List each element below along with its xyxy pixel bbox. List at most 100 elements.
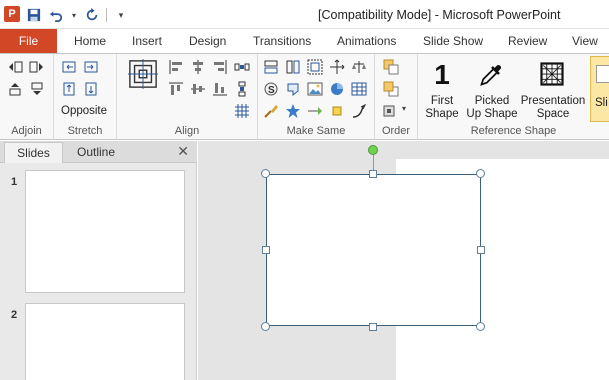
resize-handle-bottom[interactable] — [369, 323, 377, 331]
same-shape-icon[interactable]: S — [262, 80, 280, 98]
order-dropdown-icon[interactable]: ▾ — [402, 104, 406, 113]
group-adjoin: Adjoin — [0, 54, 54, 140]
save-icon[interactable] — [26, 7, 42, 23]
slide-thumbnail[interactable] — [25, 170, 185, 293]
resize-handle-top-right[interactable] — [476, 169, 485, 178]
resize-handle-bottom-right[interactable] — [476, 322, 485, 331]
close-icon[interactable]: ✕ — [177, 143, 189, 160]
resize-handle-right[interactable] — [477, 246, 485, 254]
adjoin-left-icon[interactable] — [6, 58, 24, 76]
ribbon: Adjoin Opposite Stretch Align S Make Sam… — [0, 53, 609, 140]
presentation-space-icon[interactable] — [536, 58, 568, 90]
group-label-make-same: Make Same — [286, 125, 346, 137]
stretch-bottom-icon[interactable] — [82, 80, 100, 98]
resize-handle-bottom-left[interactable] — [261, 322, 270, 331]
repeat-icon[interactable] — [84, 7, 100, 23]
bring-forward-icon[interactable] — [382, 58, 400, 76]
star-icon[interactable] — [284, 102, 302, 120]
tab-animations[interactable]: Animations — [337, 29, 396, 53]
same-connector-icon[interactable] — [306, 102, 324, 120]
align-grid-icon[interactable] — [233, 102, 251, 120]
format-painter-icon[interactable] — [262, 102, 280, 120]
tab-review[interactable]: Review — [508, 29, 547, 53]
tab-transitions[interactable]: Transitions — [253, 29, 311, 53]
stretch-left-icon[interactable] — [60, 58, 78, 76]
first-shape-icon[interactable]: 1 — [426, 58, 458, 92]
slide-editor — [198, 141, 609, 380]
stretch-opposite-button[interactable]: Opposite — [61, 105, 107, 117]
powerpoint-app-icon[interactable]: P — [4, 6, 20, 22]
tab-slide-show[interactable]: Slide Show — [423, 29, 483, 53]
stretch-right-icon[interactable] — [82, 58, 100, 76]
slides-panel-tabs: Slides Outline ✕ — [0, 141, 197, 163]
rotation-handle[interactable] — [368, 145, 378, 155]
same-position-icon[interactable] — [328, 58, 346, 76]
same-picture-icon[interactable] — [306, 80, 324, 98]
align-center-big-icon[interactable] — [127, 58, 159, 90]
group-label-order: Order — [381, 125, 411, 137]
eyedropper-icon[interactable] — [476, 58, 508, 90]
slide-thumbnail[interactable] — [25, 303, 185, 380]
align-bottom-icon[interactable] — [211, 80, 229, 98]
adjoin-bottom-icon[interactable] — [28, 80, 46, 98]
same-line-icon[interactable] — [350, 102, 368, 120]
same-height-icon[interactable] — [284, 58, 302, 76]
align-top-icon[interactable] — [167, 80, 185, 98]
send-backward-icon[interactable] — [382, 80, 400, 98]
group-order: ▾ Order — [375, 54, 418, 140]
adjoin-right-icon[interactable] — [28, 58, 46, 76]
slides-panel: Slides Outline ✕ 1 2 — [0, 141, 197, 380]
undo-dropdown-icon[interactable]: ▾ — [70, 7, 78, 23]
picked-up-shape-button[interactable]: Picked Up Shape — [464, 95, 520, 121]
same-size-icon[interactable] — [306, 58, 324, 76]
distribute-vertical-icon[interactable] — [233, 80, 251, 98]
tab-home[interactable]: Home — [74, 29, 106, 53]
order-menu-icon[interactable] — [382, 102, 400, 120]
presentation-space-button[interactable]: Presentation Space — [518, 95, 588, 121]
group-label-align: Align — [174, 125, 200, 137]
same-fill-icon[interactable] — [328, 102, 346, 120]
customize-qat-icon[interactable]: ▾ — [113, 7, 129, 23]
group-reference-shape: 1 First Shape Picked Up Shape Presentati… — [418, 54, 609, 140]
selected-rectangle-shape[interactable] — [266, 174, 481, 326]
resize-handle-top[interactable] — [369, 170, 377, 178]
tab-file[interactable]: File — [0, 29, 57, 53]
tab-slides[interactable]: Slides — [4, 142, 63, 163]
same-text-icon[interactable] — [284, 80, 302, 98]
stretch-top-icon[interactable] — [60, 80, 78, 98]
undo-icon[interactable] — [48, 7, 64, 23]
first-shape-label-1: First — [430, 95, 454, 107]
adjoin-top-icon[interactable] — [6, 80, 24, 98]
tab-design[interactable]: Design — [189, 29, 226, 53]
qat-separator — [106, 8, 107, 22]
align-middle-icon[interactable] — [189, 80, 207, 98]
same-effects-icon[interactable] — [328, 80, 346, 98]
slide-reference-label: Sli — [595, 97, 608, 109]
svg-text:S: S — [268, 85, 275, 96]
presentation-label-2: Space — [536, 108, 570, 120]
tab-view[interactable]: View — [572, 29, 598, 53]
align-center-icon[interactable] — [189, 58, 207, 76]
presentation-label-1: Presentation — [520, 95, 586, 107]
picked-label-2: Up Shape — [466, 108, 518, 120]
group-make-same: S Make Same — [258, 54, 375, 140]
same-table-icon[interactable] — [350, 80, 368, 98]
slide-reference-button[interactable]: Sli — [590, 56, 609, 122]
align-right-icon[interactable] — [211, 58, 229, 76]
distribute-horizontal-icon[interactable] — [233, 58, 251, 76]
slide-number: 1 — [11, 176, 18, 188]
same-rotation-icon[interactable] — [350, 58, 368, 76]
tab-insert[interactable]: Insert — [132, 29, 162, 53]
picked-label-1: Picked — [474, 95, 510, 107]
tab-outline[interactable]: Outline — [66, 142, 126, 163]
resize-handle-left[interactable] — [262, 246, 270, 254]
first-shape-button[interactable]: First Shape — [420, 95, 464, 121]
group-align: Align — [117, 54, 258, 140]
align-left-icon[interactable] — [167, 58, 185, 76]
group-label-reference-shape: Reference Shape — [470, 125, 557, 137]
window-title: [Compatibility Mode] - Microsoft PowerPo… — [318, 8, 561, 22]
group-label-stretch: Stretch — [67, 125, 103, 137]
resize-handle-top-left[interactable] — [261, 169, 270, 178]
quick-access-toolbar: ▾ ▾ — [26, 5, 129, 25]
same-width-icon[interactable] — [262, 58, 280, 76]
